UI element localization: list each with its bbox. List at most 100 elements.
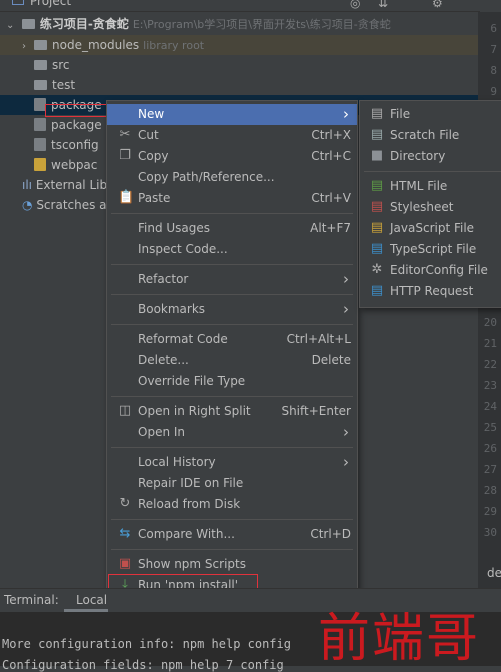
tree-item-label: src	[52, 58, 70, 72]
menu-separator	[364, 171, 501, 172]
menu-separator	[111, 396, 353, 397]
collapse-icon[interactable]: ⇊	[378, 0, 388, 10]
menu-item-local-history[interactable]: Local History ›	[107, 452, 357, 473]
menu-item-paste[interactable]: 📋 Paste Ctrl+V	[107, 188, 357, 209]
line-number: 9	[490, 85, 497, 98]
menu-item-label: Cut	[138, 128, 159, 142]
menu-separator	[111, 264, 353, 265]
menu-item-repair-ide-on-file[interactable]: Repair IDE on File	[107, 473, 357, 494]
menu-item-find-usages[interactable]: Find Usages Alt+F7	[107, 218, 357, 239]
folder-icon	[34, 80, 47, 90]
line-number: 30	[483, 526, 497, 539]
menu-item-label: EditorConfig File	[390, 263, 488, 277]
menu-separator	[111, 519, 353, 520]
menu-item-http-request[interactable]: ▤ HTTP Request	[360, 281, 501, 302]
project-toolbar: Project ◎ ⇊ ⚙	[0, 0, 480, 12]
tree-item-node_modules[interactable]: › node_modules library root	[0, 35, 478, 55]
menu-item-stylesheet[interactable]: ▤ Stylesheet	[360, 197, 501, 218]
menu-item-label: Bookmarks	[138, 302, 206, 316]
menu-item-file[interactable]: ▤ File	[360, 104, 501, 125]
tree-item-test[interactable]: test	[0, 75, 478, 95]
tree-item-src[interactable]: src	[0, 55, 478, 75]
chevron-right-icon: ›	[343, 270, 349, 288]
tree-root[interactable]: ⌄ 练习项目-贪食蛇 E:\Program\b学习项目\界面开发ts\练习项目-贪…	[0, 14, 478, 34]
menu-item-inspect-code[interactable]: Inspect Code...	[107, 239, 357, 260]
tree-item-label: webpac	[51, 158, 98, 172]
menu-item-scratch-file[interactable]: ▤Scratch FileC	[360, 125, 501, 146]
line-number: 7	[490, 43, 497, 56]
menu-item-label: Copy	[138, 149, 169, 163]
menu-item-label: HTTP Request	[390, 284, 474, 298]
menu-item-open-in[interactable]: Open In ›	[107, 422, 357, 443]
line-number: 25	[483, 421, 497, 434]
menu-item-show-npm-scripts[interactable]: ▣ Show npm Scripts	[107, 554, 357, 575]
chevron-right-icon: ›	[343, 453, 349, 471]
chevron-right-icon: ›	[343, 423, 349, 441]
menu-item-label: Copy Path/Reference...	[138, 170, 275, 184]
menu-item-label: File	[390, 107, 411, 121]
menu-item-label: Override File Type	[138, 374, 246, 388]
folder-icon: ■	[370, 148, 384, 163]
menu-item-delete[interactable]: Delete... Delete	[107, 350, 357, 371]
file-icon: ▤	[370, 106, 384, 121]
menu-item-compare-with[interactable]: ⇆ Compare With... Ctrl+D	[107, 524, 357, 545]
project-icon	[12, 0, 24, 5]
js-file-icon	[34, 158, 46, 171]
tree-item-label: test	[52, 78, 76, 92]
menu-item-typescript-file[interactable]: ▤ TypeScript File	[360, 239, 501, 260]
menu-item-refactor[interactable]: Refactor ›	[107, 269, 357, 290]
menu-item-html-file[interactable]: ▤ HTML File	[360, 176, 501, 197]
menu-item-shortcut: Shift+Enter	[281, 404, 351, 418]
chevron-down-icon[interactable]: ⌄	[6, 16, 18, 36]
line-number: 22	[483, 358, 497, 371]
menu-item-bookmarks[interactable]: Bookmarks ›	[107, 299, 357, 320]
root-path: E:\Program\b学习项目\界面开发ts\练习项目-贪食蛇	[132, 18, 391, 31]
project-title[interactable]: Project	[30, 0, 71, 8]
menu-item-editorconfig-file[interactable]: ✲ EditorConfig File	[360, 260, 501, 281]
line-number: 27	[483, 463, 497, 476]
css-file-icon: ▤	[370, 199, 384, 214]
menu-item-reload-from-disk[interactable]: ↻ Reload from Disk	[107, 494, 357, 515]
json-file-icon	[34, 118, 46, 131]
menu-item-label: Inspect Code...	[138, 242, 228, 256]
chevron-right-icon: ›	[343, 105, 349, 123]
chevron-right-icon[interactable]: ›	[22, 37, 34, 57]
menu-item-label: Local History	[138, 455, 216, 469]
menu-item-label: Directory	[390, 149, 446, 163]
js-file-icon: ▤	[370, 220, 384, 235]
menu-item-copy[interactable]: ❐ Copy Ctrl+C	[107, 146, 357, 167]
library-icon: ılı	[22, 178, 33, 192]
menu-separator	[111, 549, 353, 550]
menu-item-label: HTML File	[390, 179, 448, 193]
compare-icon: ⇆	[119, 526, 131, 541]
copy-icon: ❐	[119, 148, 131, 163]
menu-item-label: TypeScript File	[390, 242, 477, 256]
line-number: 23	[483, 379, 497, 392]
menu-item-copy-path-reference[interactable]: Copy Path/Reference...	[107, 167, 357, 188]
menu-item-shortcut: Ctrl+D	[310, 527, 351, 541]
scratch-file-icon: ▤	[370, 127, 384, 142]
menu-item-new[interactable]: New ›	[107, 104, 357, 125]
menu-item-open-in-right-split[interactable]: ◫ Open in Right Split Shift+Enter	[107, 401, 357, 422]
menu-item-override-file-type[interactable]: Override File Type	[107, 371, 357, 392]
menu-separator	[111, 447, 353, 448]
menu-item-cut[interactable]: ✂ Cut Ctrl+X	[107, 125, 357, 146]
line-number: 6	[490, 22, 497, 35]
menu-item-directory[interactable]: ■ Directory	[360, 146, 501, 167]
watermark: 前端哥	[318, 609, 481, 669]
menu-item-label: Open In	[138, 425, 186, 439]
menu-item-shortcut: Alt+F7	[310, 221, 351, 235]
gear-icon[interactable]: ⚙	[432, 0, 443, 10]
menu-item-javascript-file[interactable]: ▤ JavaScript File	[360, 218, 501, 239]
locate-icon[interactable]: ◎	[350, 0, 360, 10]
menu-item-reformat-code[interactable]: Reformat Code Ctrl+Alt+L	[107, 329, 357, 350]
menu-item-shortcut: Delete	[311, 353, 351, 367]
menu-item-label: Find Usages	[138, 221, 211, 235]
menu-item-label: Paste	[138, 191, 171, 205]
tree-item-label: package	[51, 118, 102, 132]
clipboard-icon: 📋	[118, 190, 135, 205]
terminal-tab-local[interactable]: Local	[76, 593, 107, 607]
terminal-line: Configuration fields: npm help 7 config	[2, 658, 284, 672]
menu-item-shortcut: Ctrl+Alt+L	[286, 332, 351, 346]
menu-item-label: Reload from Disk	[138, 497, 241, 511]
